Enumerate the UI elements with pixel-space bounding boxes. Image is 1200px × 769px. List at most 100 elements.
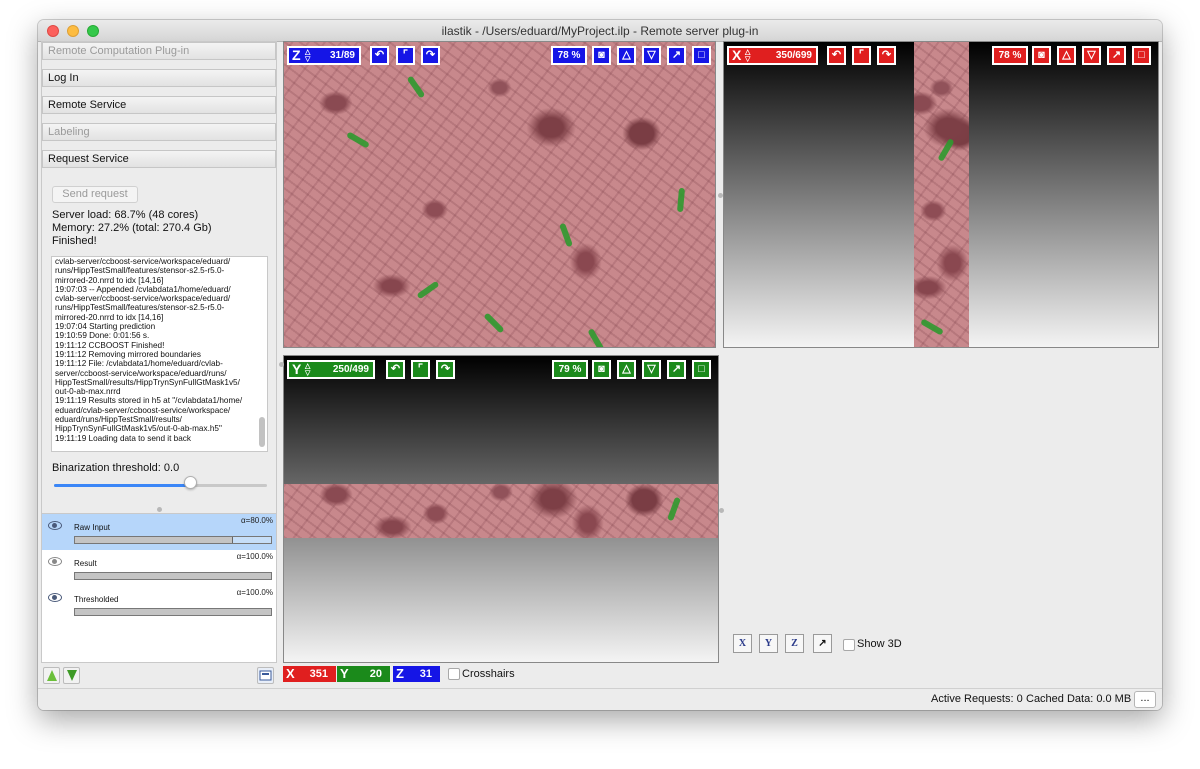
splitter-handle[interactable]: [279, 362, 284, 367]
section-remote-computation-plugin[interactable]: Remote Computation Plug-in: [42, 42, 276, 60]
view3d-z-button[interactable]: Z: [785, 634, 804, 653]
x-coordinate-label: X: [286, 666, 295, 681]
camera-icon[interactable]: ◙: [592, 360, 611, 379]
layer-opacity-bar[interactable]: [74, 608, 272, 616]
synapse-marker: [920, 318, 944, 336]
layer-opacity-bar[interactable]: [74, 572, 272, 580]
splitter-handle[interactable]: [719, 508, 724, 513]
synapse-marker: [483, 312, 505, 334]
crosshairs-checkbox[interactable]: [448, 668, 460, 680]
layer-name: Result: [74, 559, 97, 568]
maximize-window-button[interactable]: [87, 25, 99, 37]
spin-arrows-icon[interactable]: △ ▽: [305, 363, 310, 377]
rotate-left-button[interactable]: ↶: [827, 46, 846, 65]
synapse-marker: [937, 138, 955, 162]
title-bar: ilastik - /Users/eduard/MyProject.ilp - …: [38, 20, 1162, 42]
swap-axes-button[interactable]: ⌜: [396, 46, 415, 65]
maximize-view-icon[interactable]: ↗: [1107, 46, 1126, 65]
x-slice-spinbox[interactable]: X △ ▽ 350/699: [727, 46, 818, 65]
eye-icon[interactable]: [48, 593, 62, 602]
axis-label: Y: [292, 361, 302, 377]
layer-opacity-label: α=80.0%: [241, 516, 273, 525]
synapse-marker: [676, 187, 686, 213]
show-3d-label: Show 3D: [857, 638, 902, 650]
spin-arrows-icon[interactable]: △ ▽: [745, 49, 750, 63]
z-slice-spinbox[interactable]: Z △ ▽ 31/89: [287, 46, 361, 65]
x-coordinate: X 351: [283, 666, 336, 682]
arrow-down-icon: [67, 670, 77, 681]
minimize-window-button[interactable]: [67, 25, 79, 37]
viewer-x[interactable]: X △ ▽ 350/699 ↶ ⌜ ↷ 78 % ◙ △ ▽ ↗ □: [723, 41, 1159, 348]
show-3d-checkbox[interactable]: [843, 639, 855, 651]
y-coordinate: Y 20: [337, 666, 390, 682]
move-layer-down-button[interactable]: [63, 667, 80, 684]
rotate-left-button[interactable]: ↶: [370, 46, 389, 65]
slice-down-icon[interactable]: ▽: [1082, 46, 1101, 65]
slice-up-icon[interactable]: △: [1057, 46, 1076, 65]
section-request-service[interactable]: Request Service: [42, 150, 276, 168]
applet-panel: Remote Computation Plug-in Log In Remote…: [41, 41, 277, 525]
window-title: ilastik - /Users/eduard/MyProject.ilp - …: [441, 24, 759, 38]
camera-icon[interactable]: ◙: [1032, 46, 1051, 65]
cached-data: Cached Data: 0.0 MB: [1026, 693, 1132, 705]
layer-list: Raw Input α=80.0% Result α=100.0% Thresh…: [41, 513, 277, 663]
section-labeling[interactable]: Labeling: [42, 123, 276, 141]
swap-axes-button[interactable]: ⌜: [852, 46, 871, 65]
slice-down-icon[interactable]: ▽: [642, 360, 661, 379]
layer-opacity-label: α=100.0%: [236, 552, 273, 561]
layer-options-button[interactable]: [257, 667, 274, 684]
fit-view-icon[interactable]: □: [692, 360, 711, 379]
zoom-level[interactable]: 78 %: [992, 46, 1028, 65]
layer-raw-input[interactable]: Raw Input α=80.0%: [42, 514, 276, 550]
viewer-y[interactable]: Y △ ▽ 250/499 ↶ ⌜ ↷ 79 % ◙ △ ▽ ↗ □: [283, 355, 719, 663]
layer-thresholded[interactable]: Thresholded α=100.0%: [42, 586, 276, 622]
slice-down-icon[interactable]: ▽: [642, 46, 661, 65]
splitter-handle[interactable]: [157, 507, 162, 512]
send-request-button[interactable]: Send request: [52, 186, 138, 203]
swap-axes-button[interactable]: ⌜: [411, 360, 430, 379]
move-layer-up-button[interactable]: [43, 667, 60, 684]
viewer-z[interactable]: Z △ ▽ 31/89 ↶ ⌜ ↷ 78 % ◙ △ ▽ ↗ □: [283, 41, 716, 348]
z-coordinate-value: 31: [419, 668, 432, 680]
layer-result[interactable]: Result α=100.0%: [42, 550, 276, 586]
section-log-in[interactable]: Log In: [42, 69, 276, 87]
zoom-level[interactable]: 78 %: [551, 46, 587, 65]
view3d-x-button[interactable]: X: [733, 634, 752, 653]
threshold-slider-track[interactable]: [54, 484, 267, 487]
rotate-right-button[interactable]: ↷: [421, 46, 440, 65]
rotate-right-button[interactable]: ↷: [877, 46, 896, 65]
crosshairs-label: Crosshairs: [462, 668, 515, 680]
synapse-marker: [559, 222, 573, 248]
status-text: Finished!: [52, 235, 97, 247]
slice-up-icon[interactable]: △: [617, 46, 636, 65]
eye-icon[interactable]: [48, 557, 62, 566]
layer-name: Raw Input: [74, 523, 111, 532]
rotate-left-button[interactable]: ↶: [386, 360, 405, 379]
spin-arrows-icon[interactable]: △ ▽: [305, 49, 310, 63]
y-coordinate-value: 20: [369, 668, 382, 680]
fit-view-icon[interactable]: □: [692, 46, 711, 65]
zoom-level[interactable]: 79 %: [552, 360, 588, 379]
maximize-view-icon[interactable]: ↗: [667, 360, 686, 379]
view3d-reset-button[interactable]: ↗: [813, 634, 832, 653]
more-button[interactable]: ...: [1134, 691, 1156, 708]
section-remote-service[interactable]: Remote Service: [42, 96, 276, 114]
eye-icon[interactable]: [48, 521, 62, 530]
log-output[interactable]: cvlab-server/ccboost-service/workspace/e…: [51, 256, 268, 452]
rotate-right-button[interactable]: ↷: [436, 360, 455, 379]
threshold-slider-handle[interactable]: [184, 476, 197, 489]
slice-up-icon[interactable]: △: [617, 360, 636, 379]
log-scrollbar[interactable]: [259, 417, 265, 447]
viewer-z-toolbar: Z △ ▽ 31/89 ↶ ⌜ ↷ 78 % ◙ △ ▽ ↗ □: [284, 42, 715, 68]
layer-opacity-label: α=100.0%: [236, 588, 273, 597]
maximize-view-icon[interactable]: ↗: [667, 46, 686, 65]
close-window-button[interactable]: [47, 25, 59, 37]
y-slice-spinbox[interactable]: Y △ ▽ 250/499: [287, 360, 375, 379]
splitter-handle[interactable]: [718, 193, 723, 198]
synapse-marker: [416, 280, 440, 300]
view3d-y-button[interactable]: Y: [759, 634, 778, 653]
viewer-y-toolbar: Y △ ▽ 250/499 ↶ ⌜ ↷ 79 % ◙ △ ▽ ↗ □: [284, 356, 718, 382]
fit-view-icon[interactable]: □: [1132, 46, 1151, 65]
camera-icon[interactable]: ◙: [592, 46, 611, 65]
layer-opacity-bar[interactable]: [74, 536, 272, 544]
